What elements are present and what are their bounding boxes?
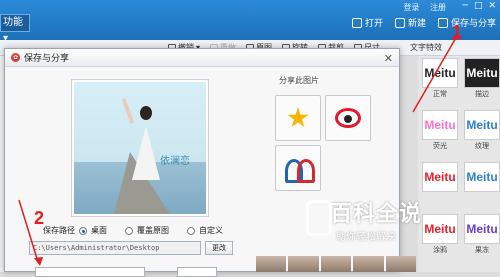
window-controls: ─ □ ✕ bbox=[463, 1, 496, 11]
text-effect-tile[interactable]: Meitu 描边 bbox=[464, 58, 500, 100]
text-effect-label: 描边 bbox=[475, 90, 489, 98]
qzone-icon bbox=[287, 107, 309, 128]
weibo-icon bbox=[335, 108, 361, 128]
save-icon bbox=[437, 17, 448, 28]
function-button-label: 功能 bbox=[3, 17, 23, 28]
register-link[interactable]: 注册 bbox=[430, 3, 446, 12]
annotation-number-1: 1 bbox=[452, 22, 463, 42]
plus-icon bbox=[394, 17, 405, 28]
change-path-button[interactable]: 更改 bbox=[205, 241, 233, 255]
bottom-button[interactable] bbox=[177, 267, 217, 277]
annotation-number-2: 2 bbox=[34, 208, 45, 228]
text-effect-thumbnail: Meitu bbox=[464, 110, 500, 140]
watermark-title: 百科全说 bbox=[330, 202, 423, 227]
open-label: 打开 bbox=[364, 19, 383, 29]
top-actions: 打开 新建 保存与分享 bbox=[351, 16, 496, 29]
watermark: 百科全说 助你轻松解决 bbox=[306, 196, 470, 246]
filename-field[interactable] bbox=[35, 267, 145, 277]
text-effect-thumbnail: Meitu bbox=[422, 162, 458, 192]
minimize-icon[interactable]: ─ bbox=[463, 1, 468, 11]
radio-desktop[interactable] bbox=[79, 226, 87, 235]
text-effect-thumbnail: Meitu bbox=[422, 110, 458, 140]
radio-custom-label: 自定义 bbox=[199, 226, 223, 235]
preview-photo: 依澜恋 bbox=[74, 82, 206, 214]
text-effect-thumbnail: Meitu bbox=[422, 58, 458, 88]
renren-icon bbox=[285, 157, 315, 183]
image-preview: 依澜恋 bbox=[71, 79, 209, 217]
text-effect-label: 正常 bbox=[433, 90, 447, 98]
share-qzone-button[interactable] bbox=[275, 95, 321, 141]
photo-caption: 依澜恋 bbox=[160, 156, 190, 167]
save-path-options: 保存路径 桌面 覆盖原图 自定义 bbox=[43, 225, 223, 236]
save-path-input[interactable]: C:\Users\Administrator\Desktop bbox=[29, 241, 201, 255]
new-button[interactable]: 新建 bbox=[394, 16, 426, 29]
radio-desktop-label: 桌面 bbox=[91, 226, 107, 235]
dialog-close-icon[interactable]: ✕ bbox=[384, 52, 393, 65]
thumbnail-strip bbox=[256, 256, 417, 272]
text-effect-tile[interactable]: Meitu 纹理 bbox=[464, 110, 500, 152]
radio-overwrite[interactable] bbox=[125, 226, 133, 235]
account-links: 登录 注册 bbox=[403, 2, 454, 13]
maximize-icon[interactable]: □ bbox=[474, 1, 483, 11]
share-weibo-button[interactable] bbox=[325, 95, 371, 141]
radio-custom[interactable] bbox=[187, 226, 195, 235]
new-label: 新建 bbox=[407, 19, 426, 29]
text-effect-label: 荧光 bbox=[433, 142, 447, 150]
share-renren-button[interactable] bbox=[275, 145, 321, 191]
text-effect-thumbnail: Meitu bbox=[464, 58, 500, 88]
radio-overwrite-label: 覆盖原图 bbox=[137, 226, 169, 235]
login-link[interactable]: 登录 bbox=[403, 3, 419, 12]
dialog-title: 保存与分享 bbox=[24, 54, 70, 64]
watermark-logo-icon bbox=[306, 200, 332, 236]
save-share-button[interactable]: 保存与分享 bbox=[437, 16, 496, 29]
watermark-subtitle: 助你轻松解决 bbox=[336, 232, 396, 243]
text-effect-label: 纹理 bbox=[475, 142, 489, 150]
text-effect-tile[interactable]: Meitu 正常 bbox=[422, 58, 458, 100]
text-effect-tile[interactable]: Meitu 荧光 bbox=[422, 110, 458, 152]
app-logo-icon: ✿ bbox=[11, 53, 20, 62]
text-effects-label: 文字特效 bbox=[410, 43, 443, 52]
text-effects-tab[interactable]: 文字特效 bbox=[410, 42, 442, 53]
app-titlebar: 功能 ▾ 登录 注册 ─ □ ✕ 打开 新建 保存与分享 bbox=[0, 0, 500, 44]
save-path-label: 保存路径 bbox=[43, 226, 75, 235]
close-icon[interactable]: ✕ bbox=[488, 1, 496, 11]
open-button[interactable]: 打开 bbox=[351, 16, 383, 29]
text-effect-thumbnail: Meitu bbox=[464, 162, 500, 192]
path-row: C:\Users\Administrator\Desktop 更改 bbox=[29, 241, 233, 255]
dialog-titlebar: ✿ 保存与分享 bbox=[5, 49, 399, 67]
folder-icon bbox=[351, 17, 362, 28]
function-menu-button[interactable]: 功能 ▾ bbox=[0, 14, 30, 44]
share-label: 分享此图片 bbox=[279, 76, 319, 85]
